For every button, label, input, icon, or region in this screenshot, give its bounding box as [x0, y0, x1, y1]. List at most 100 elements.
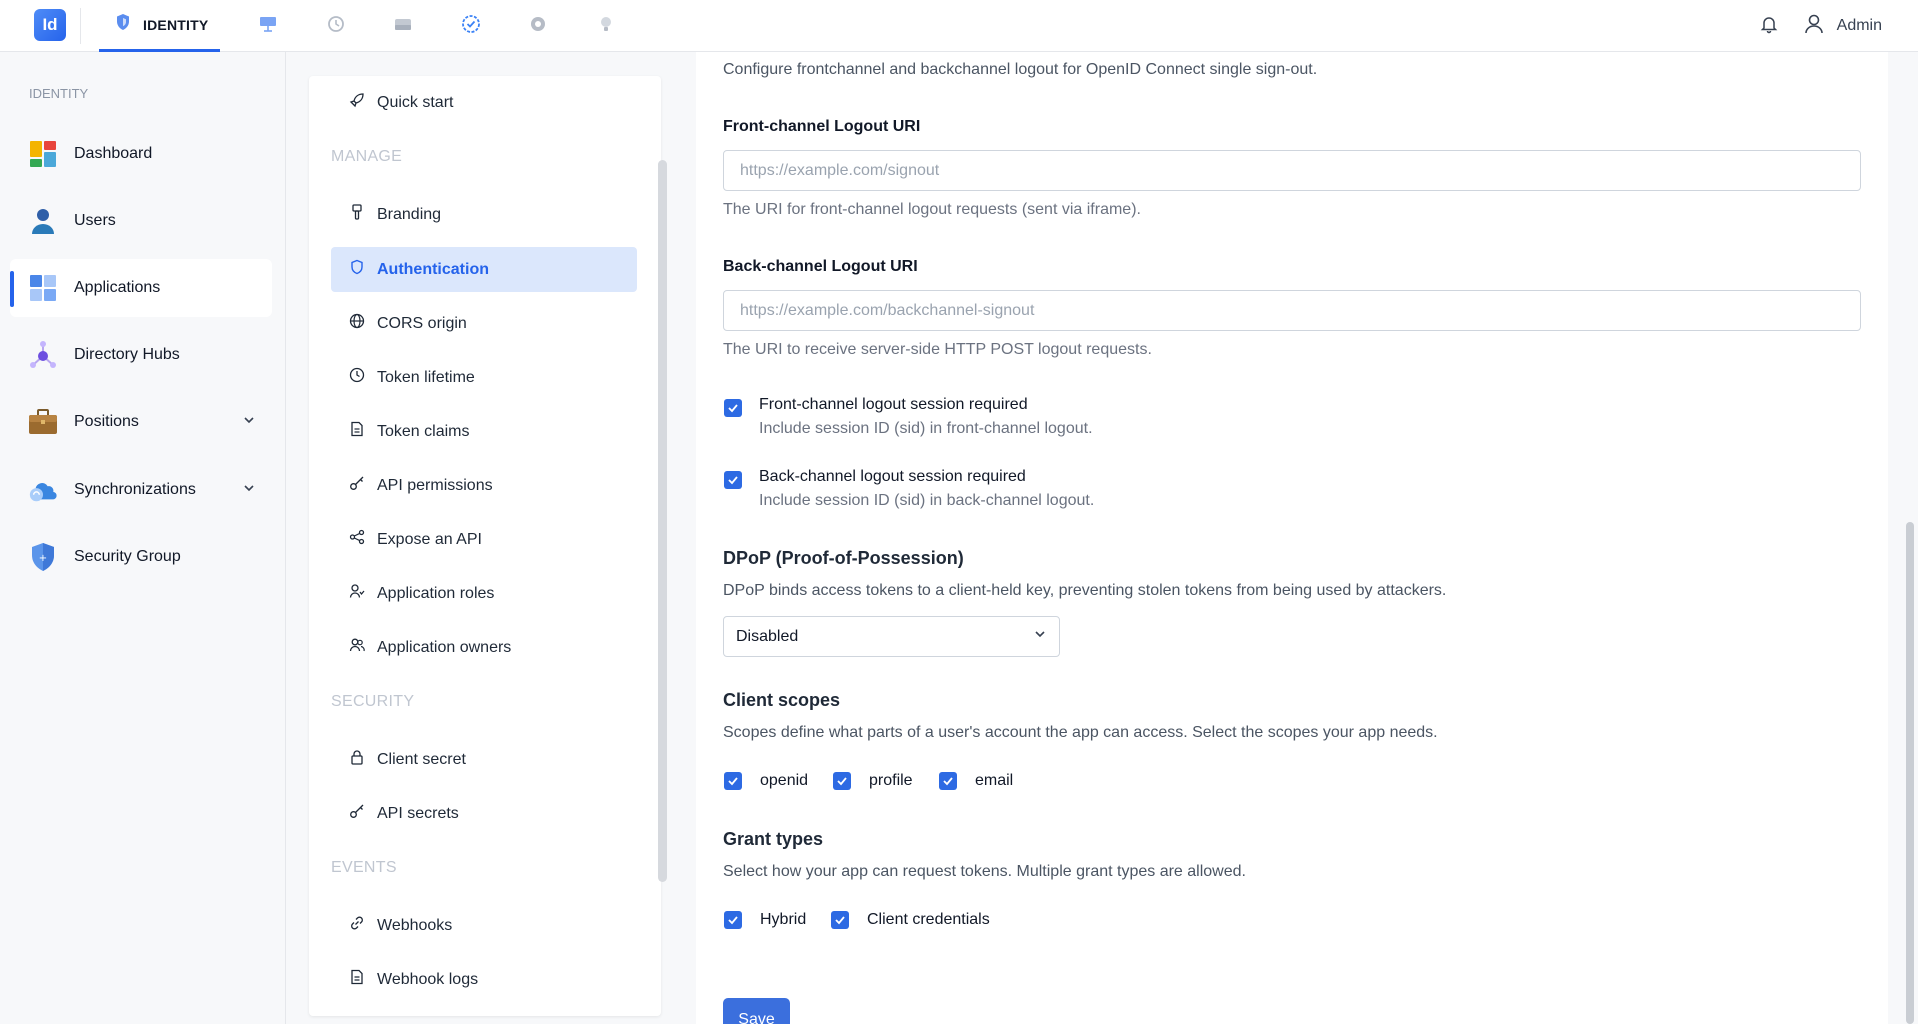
subnav-item-application-owners[interactable]: Application owners: [331, 625, 637, 670]
chevron-down-icon[interactable]: [242, 413, 256, 432]
front-session-checkbox[interactable]: [724, 399, 742, 417]
sidebar-item-dashboard[interactable]: Dashboard: [10, 125, 272, 183]
hub-icon: [28, 340, 58, 370]
checkbox[interactable]: [831, 911, 849, 929]
grant-client-credentials[interactable]: Client credentials: [831, 911, 990, 929]
subnav-item-client-secret[interactable]: Client secret: [331, 737, 637, 782]
sidebar-item-label: Directory Hubs: [74, 346, 180, 363]
front-channel-help: The URI for front-channel logout request…: [723, 201, 1141, 218]
scope-openid[interactable]: openid: [724, 772, 808, 790]
save-button[interactable]: Save: [723, 998, 790, 1024]
divider: [80, 8, 81, 44]
subnav-item-token-lifetime[interactable]: Token lifetime: [331, 355, 637, 400]
subnav-item-token-claims[interactable]: Token claims: [331, 409, 637, 454]
subnav-item-webhook-logs[interactable]: Webhook logs: [331, 957, 637, 1002]
subnav-label: Application roles: [377, 584, 495, 602]
scope-label: email: [975, 772, 1014, 789]
dashboard-icon: [28, 139, 58, 169]
subnav-label: Client secret: [377, 750, 466, 768]
subnav-scrollbar[interactable]: [658, 160, 667, 882]
subnav-label: Webhook logs: [377, 970, 479, 988]
subnav-label: API secrets: [377, 804, 459, 822]
sidebar-heading: IDENTITY: [29, 86, 89, 101]
subnav-item-application-roles[interactable]: Application roles: [331, 571, 637, 616]
sidebar-item-label: Users: [74, 212, 116, 229]
subnav-item-api-secrets[interactable]: API secrets: [331, 791, 637, 836]
back-session-help: Include session ID (sid) in back-channel…: [759, 492, 1095, 509]
app-logo[interactable]: Id: [34, 9, 66, 41]
top-bar: Id IDENTITY Admin: [0, 0, 1918, 52]
share-icon: [349, 529, 365, 550]
grant-label: Hybrid: [760, 911, 807, 928]
main-scrollbar[interactable]: [1906, 522, 1914, 1024]
presentation-icon[interactable]: [256, 12, 280, 36]
front-session-label: Front-channel logout session required: [759, 396, 1028, 413]
back-channel-uri-input[interactable]: [723, 290, 1861, 331]
shield-icon: [115, 13, 131, 36]
checkbox[interactable]: [724, 772, 742, 790]
document-icon: [349, 969, 365, 990]
subnav-item-quick-start[interactable]: Quick start: [331, 80, 637, 125]
sidebar-item-positions[interactable]: Positions: [10, 393, 272, 451]
tab-identity[interactable]: IDENTITY: [99, 0, 220, 52]
drive-icon[interactable]: [391, 12, 415, 36]
back-channel-label: Back-channel Logout URI: [723, 258, 918, 275]
user-icon: [28, 206, 58, 236]
tab-identity-label: IDENTITY: [143, 16, 209, 33]
sidebar: IDENTITY Dashboard Users Applications Di…: [0, 52, 286, 1024]
cloud-sync-icon: [28, 475, 58, 505]
dpop-select[interactable]: Disabled: [723, 616, 1060, 657]
back-channel-help: The URI to receive server-side HTTP POST…: [723, 341, 1152, 358]
grant-types-title: Grant types: [723, 829, 824, 849]
subnav-item-webhooks[interactable]: Webhooks: [331, 903, 637, 948]
checkbox[interactable]: [724, 911, 742, 929]
subnav-item-authentication[interactable]: Authentication: [331, 247, 637, 292]
globe-icon: [349, 313, 365, 334]
sidebar-item-label: Synchronizations: [74, 481, 196, 498]
subnav-label: Webhooks: [377, 916, 453, 934]
subnav-label: Branding: [377, 205, 442, 223]
chevron-down-icon[interactable]: [242, 481, 256, 500]
user-menu[interactable]: Admin: [1803, 13, 1882, 40]
bulb-icon[interactable]: [594, 12, 618, 36]
front-session-help: Include session ID (sid) in front-channe…: [759, 420, 1093, 437]
link-icon: [349, 915, 365, 936]
app-settings-nav: Quick start MANAGE Branding Authenticati…: [309, 76, 661, 1016]
subnav-heading-security: SECURITY: [331, 693, 415, 710]
checkbox[interactable]: [833, 772, 851, 790]
sidebar-item-security-group[interactable]: + Security Group: [10, 528, 272, 586]
bell-icon[interactable]: [1759, 14, 1779, 39]
front-channel-uri-input[interactable]: [723, 150, 1861, 191]
sidebar-item-directory-hubs[interactable]: Directory Hubs: [10, 326, 272, 384]
badge-check-icon[interactable]: [459, 12, 483, 36]
dpop-title: DPoP (Proof-of-Possession): [723, 548, 964, 568]
gear-icon[interactable]: [526, 12, 550, 36]
client-scopes-title: Client scopes: [723, 690, 841, 710]
scope-label: profile: [869, 772, 913, 789]
key-icon: [349, 803, 365, 824]
scope-email[interactable]: email: [939, 772, 1013, 790]
users-icon: [349, 637, 365, 658]
logout-description: Configure frontchannel and backchannel l…: [723, 61, 1318, 78]
grant-hybrid[interactable]: Hybrid: [724, 911, 806, 929]
user-icon: [1803, 13, 1825, 40]
user-role-icon: [349, 583, 365, 604]
sidebar-item-applications[interactable]: Applications: [10, 259, 272, 317]
sidebar-item-synchronizations[interactable]: Synchronizations: [10, 461, 272, 519]
scope-profile[interactable]: profile: [833, 772, 913, 790]
subnav-item-branding[interactable]: Branding: [331, 192, 637, 237]
sidebar-item-users[interactable]: Users: [10, 192, 272, 250]
subnav-heading-events: EVENTS: [331, 859, 397, 876]
back-session-checkbox[interactable]: [724, 471, 742, 489]
sidebar-item-label: Positions: [74, 413, 139, 430]
subnav-item-expose-an-api[interactable]: Expose an API: [331, 517, 637, 562]
grant-label: Client credentials: [867, 911, 990, 928]
subnav-item-cors-origin[interactable]: CORS origin: [331, 301, 637, 346]
history-icon[interactable]: [324, 12, 348, 36]
subnav-label: Token claims: [377, 422, 470, 440]
subnav-label: Expose an API: [377, 530, 482, 548]
subnav-item-api-permissions[interactable]: API permissions: [331, 463, 637, 508]
key-icon: [349, 475, 365, 496]
shield-icon: [349, 259, 365, 280]
checkbox[interactable]: [939, 772, 957, 790]
